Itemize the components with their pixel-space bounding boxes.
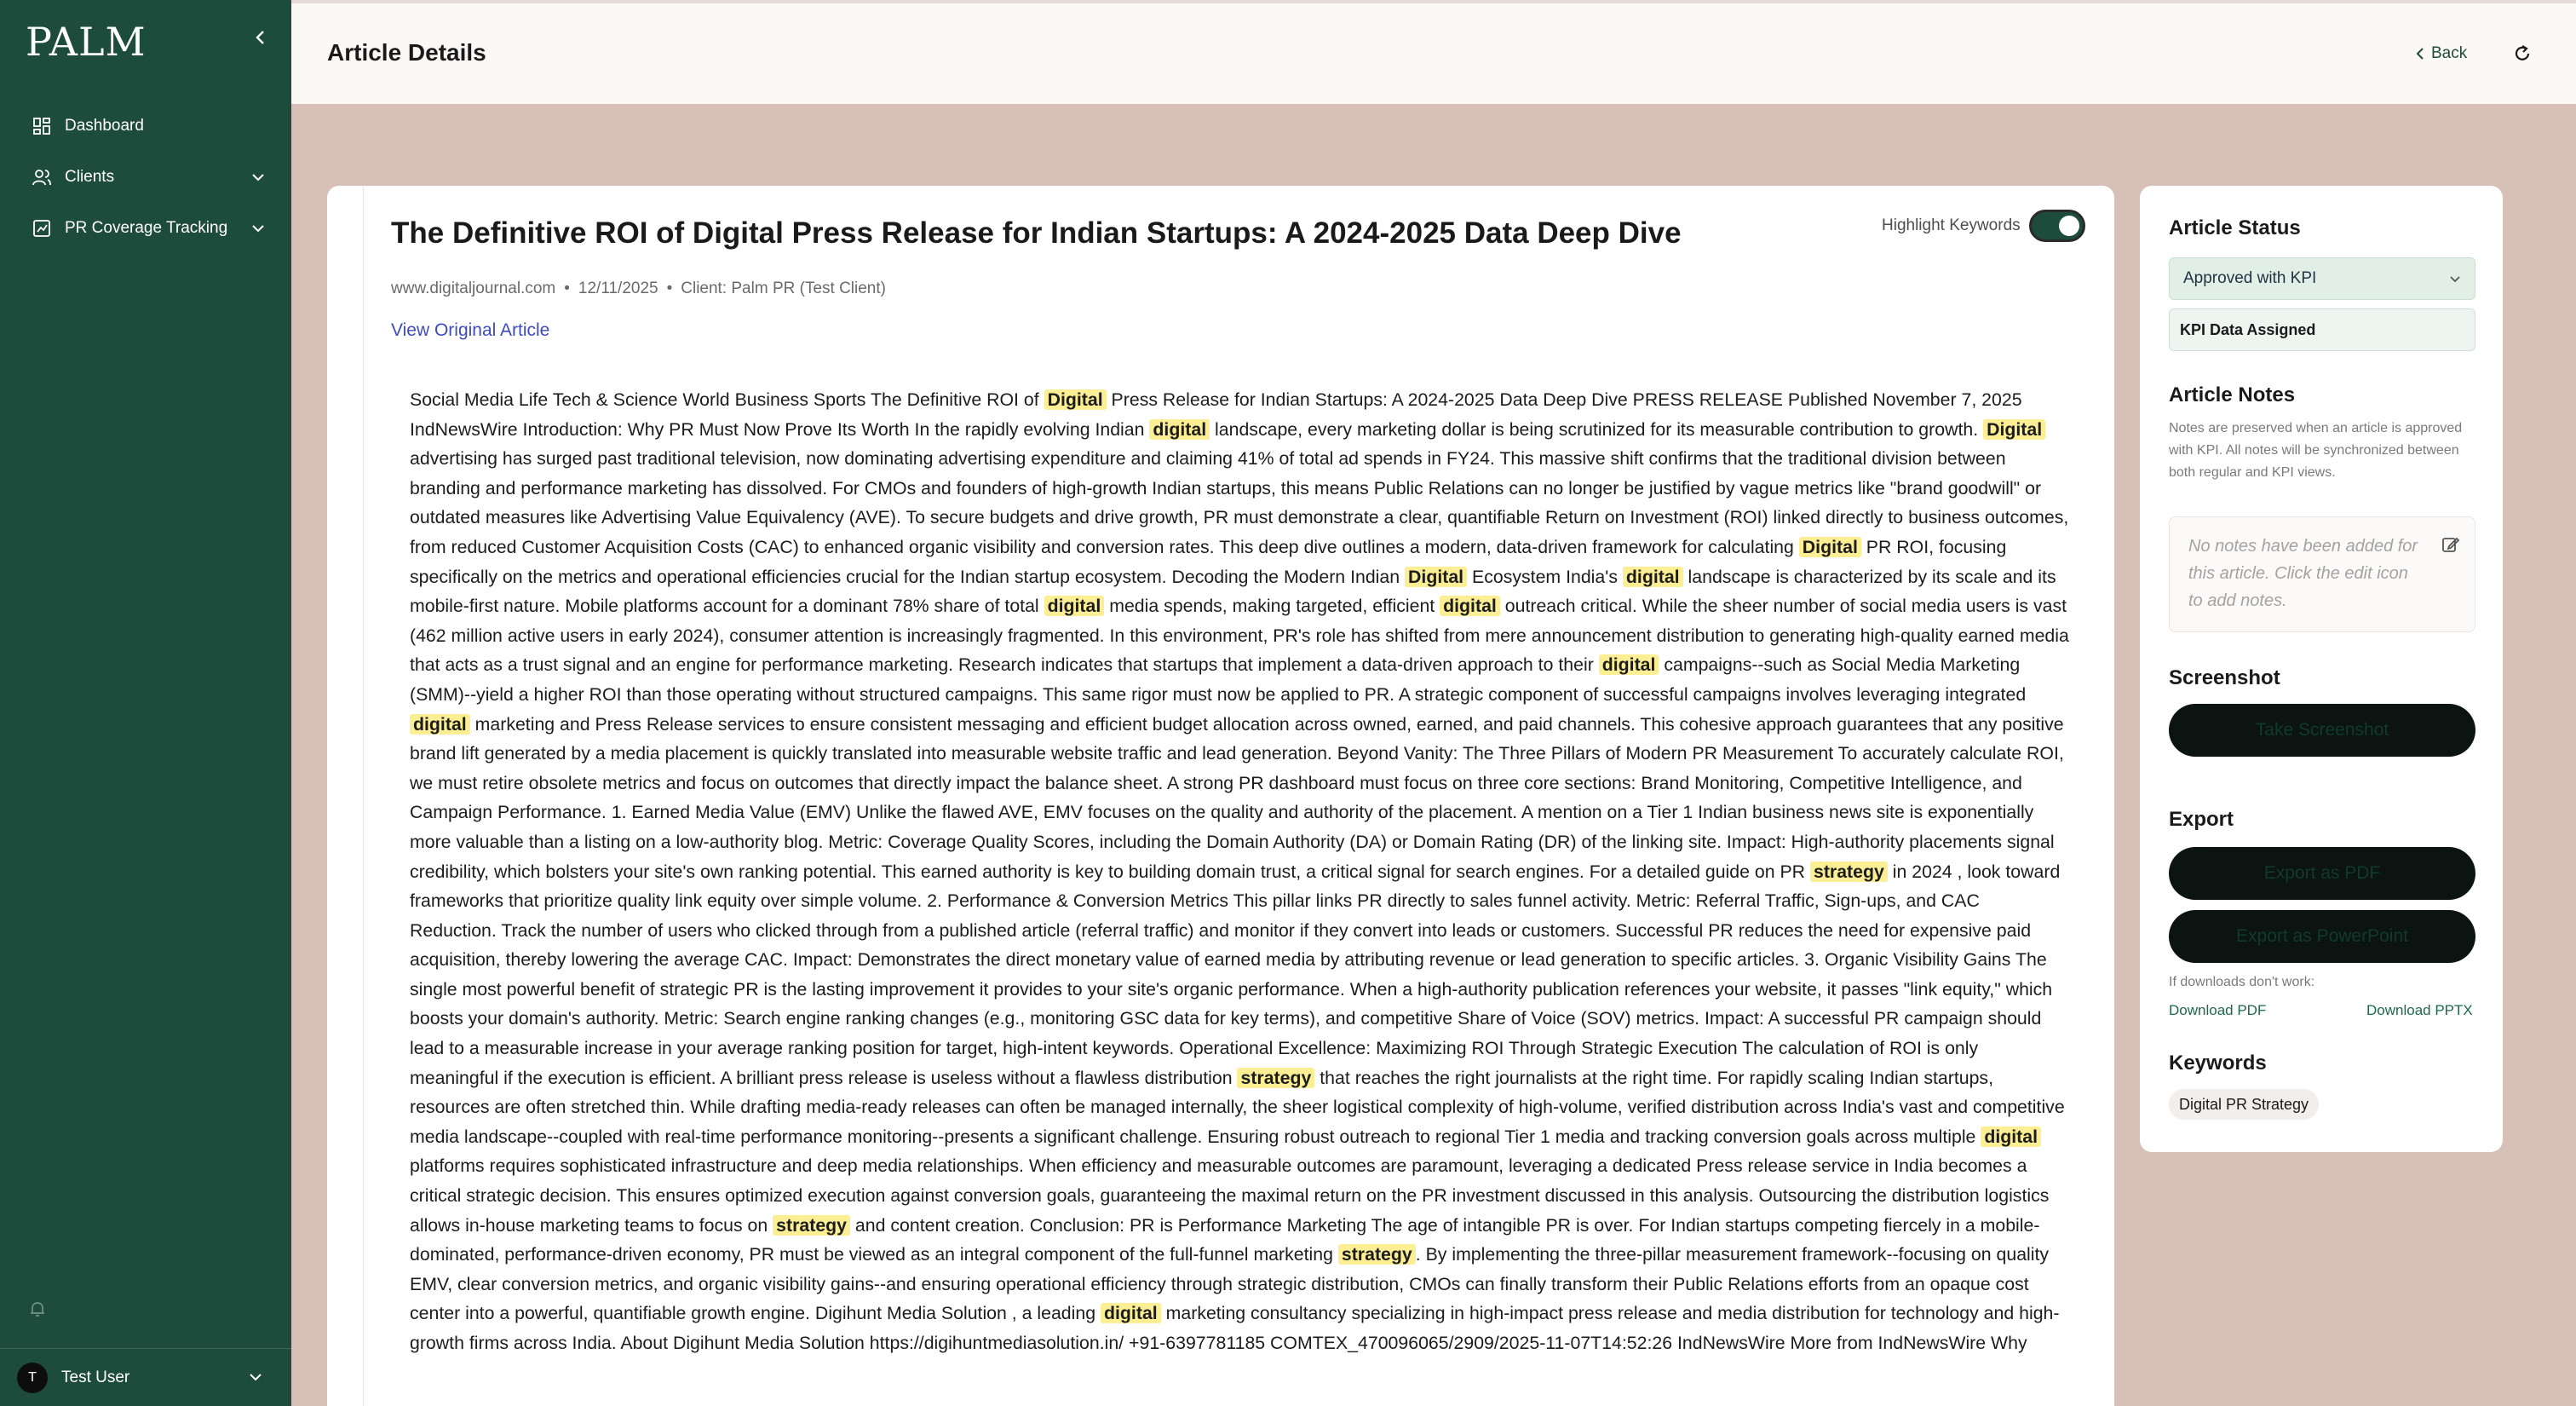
sidebar-item-label: Dashboard — [65, 117, 144, 135]
article-text-segment: Social Media Life Tech & Science World B… — [410, 389, 1044, 410]
chevron-left-icon — [2416, 48, 2424, 60]
palm-logo: PALM — [26, 19, 147, 65]
sidebar: PALM Dashboard Clients PR Coverage Track… — [0, 0, 291, 1406]
article-client: Client: Palm PR (Test Client) — [681, 279, 886, 297]
article-text-segment: in 2024 , look toward frameworks that pr… — [410, 861, 2061, 1088]
sidebar-item-label: Clients — [65, 168, 115, 186]
chevron-down-icon[interactable] — [247, 217, 269, 239]
article-status-select[interactable]: Approved with KPI — [2169, 257, 2475, 300]
meta-separator: • — [564, 279, 570, 297]
sidebar-item-dashboard[interactable]: Dashboard — [15, 101, 276, 152]
edit-icon[interactable] — [2441, 534, 2461, 555]
highlight-keywords-toggle[interactable] — [2028, 210, 2085, 242]
toggle-knob — [2058, 216, 2079, 236]
notes-placeholder: No notes have been added for this articl… — [2188, 537, 2418, 610]
screenshot-heading: Screenshot — [2169, 666, 2280, 689]
chevron-down-icon[interactable] — [249, 1370, 271, 1386]
article-meta: www.digitaljournal.com • 12/11/2025 • Cl… — [391, 279, 886, 298]
user-menu[interactable]: T Test User — [0, 1348, 291, 1406]
keyword-highlight: Digital — [1798, 536, 1861, 557]
highlight-keywords-label: Highlight Keywords — [1882, 216, 2021, 234]
sidebar-collapse-button[interactable] — [250, 24, 271, 51]
sidebar-item-clients[interactable]: Clients — [15, 152, 276, 203]
keyword-highlight: digital — [1044, 596, 1105, 617]
back-button[interactable]: Back — [2416, 44, 2467, 63]
highlight-keywords-control: Highlight Keywords — [1882, 210, 2085, 242]
export-heading: Export — [2169, 808, 2234, 831]
article-status-heading: Article Status — [2169, 216, 2301, 239]
users-icon — [31, 166, 53, 188]
keyword-highlight: Digital — [1044, 389, 1107, 410]
article-text-segment: Ecosystem India's — [1467, 566, 1623, 587]
meta-separator: • — [666, 279, 673, 297]
kpi-status-badge: KPI Data Assigned — [2169, 308, 2475, 351]
chart-icon — [31, 217, 53, 239]
keyword-chip: Digital PR Strategy — [2169, 1089, 2320, 1120]
sidebar-item-label: PR Coverage Tracking — [65, 219, 228, 237]
keyword-highlight: Digital — [1983, 418, 2046, 440]
article-content: The Definitive ROI of Digital Press Rele… — [363, 186, 2114, 1406]
refresh-icon[interactable] — [2511, 43, 2535, 66]
chevron-down-icon — [2450, 275, 2460, 282]
article-text-segment: media spends, making targeted, efficient — [1104, 596, 1440, 617]
chevron-down-icon[interactable] — [247, 166, 269, 188]
take-screenshot-button[interactable]: Take Screenshot — [2169, 704, 2475, 757]
status-value: Approved with KPI — [2183, 269, 2317, 287]
export-pdf-button[interactable]: Export as PDF — [2169, 847, 2475, 900]
keyword-highlight: strategy — [1809, 861, 1888, 882]
article-title: The Definitive ROI of Digital Press Rele… — [391, 216, 1682, 250]
back-label: Back — [2431, 44, 2468, 62]
user-name: Test User — [61, 1368, 130, 1386]
sidebar-item-pr-coverage[interactable]: PR Coverage Tracking — [15, 203, 276, 254]
article-card: The Definitive ROI of Digital Press Rele… — [327, 186, 2114, 1406]
article-side-panel: Article Status Approved with KPI KPI Dat… — [2140, 186, 2503, 1152]
notes-box: No notes have been added for this articl… — [2169, 516, 2475, 632]
download-hint: If downloads don't work: — [2169, 975, 2315, 989]
keyword-highlight: strategy — [1337, 1244, 1416, 1265]
notes-description: Notes are preserved when an article is a… — [2169, 421, 2463, 480]
article-text-segment: landscape, every marketing dollar is bei… — [1210, 418, 1984, 440]
sidebar-nav: Dashboard Clients PR Coverage Tracking — [15, 101, 276, 254]
view-original-article-link[interactable]: View Original Article — [391, 320, 549, 341]
chevron-left-icon — [256, 31, 264, 44]
article-source: www.digitaljournal.com — [391, 279, 556, 297]
keyword-highlight: digital — [1101, 1303, 1161, 1324]
article-body-text: Social Media Life Tech & Science World B… — [410, 385, 2069, 1358]
article-notes-heading: Article Notes — [2169, 383, 2296, 406]
download-pdf-link[interactable]: Download PDF — [2169, 1002, 2266, 1019]
article-date: 12/11/2025 — [578, 279, 658, 297]
keyword-highlight: digital — [1622, 566, 1683, 587]
download-pptx-link[interactable]: Download PPTX — [2366, 1002, 2473, 1019]
keyword-highlight: digital — [1598, 654, 1659, 676]
keyword-highlight: strategy — [1237, 1067, 1315, 1088]
keyword-highlight: digital — [1440, 596, 1500, 617]
keywords-heading: Keywords — [2169, 1052, 2267, 1075]
keyword-highlight: Digital — [1405, 566, 1468, 587]
keyword-highlight: digital — [1981, 1126, 2042, 1147]
top-header: Article Details Back — [291, 0, 2576, 104]
keyword-highlight: digital — [410, 713, 470, 735]
avatar: T — [17, 1362, 48, 1393]
article-text-segment: marketing and Press Release services to … — [410, 713, 2064, 882]
page-title: Article Details — [327, 39, 486, 66]
export-powerpoint-button[interactable]: Export as PowerPoint — [2169, 910, 2475, 963]
keyword-highlight: strategy — [773, 1214, 851, 1236]
bell-icon[interactable] — [27, 1299, 49, 1321]
dashboard-icon — [31, 115, 53, 137]
keyword-highlight: digital — [1149, 418, 1210, 440]
